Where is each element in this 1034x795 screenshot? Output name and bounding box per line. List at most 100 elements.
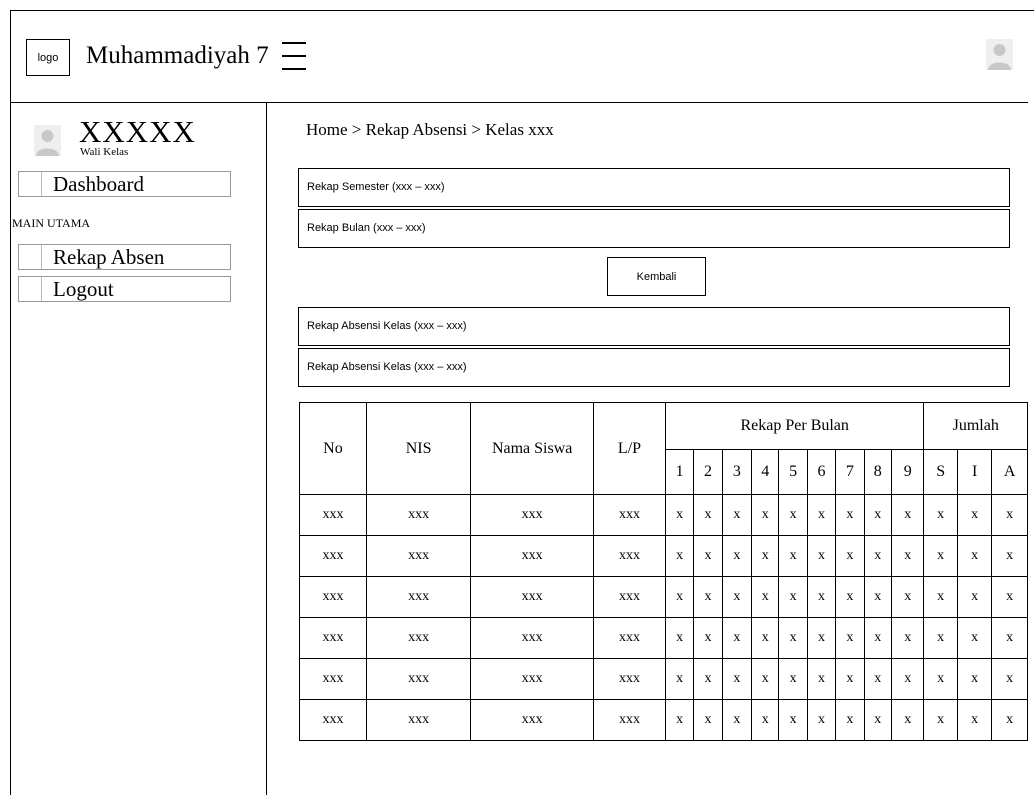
sidebar-item-dashboard[interactable]: Dashboard [18,171,231,197]
cell-total: x [923,699,958,741]
cell-month: x [778,494,808,536]
cell-total: x [956,535,993,577]
rekap-bulan-panel[interactable]: Rekap Bulan (xxx – xxx) [298,209,1010,248]
cell-month: x [664,617,695,659]
column-group-total: Jumlah [923,402,1028,450]
cell-month: x [863,494,892,536]
cell-month: x [835,699,865,741]
cell-gender: xxx [593,699,666,741]
nav-square-icon [19,172,42,196]
rekap-semester-panel[interactable]: Rekap Semester (xxx – xxx) [298,168,1010,207]
table-row[interactable]: xxx xxx xxx xxx x x x x x x x x x x x x [299,576,1028,618]
column-group-monthly: Rekap Per Bulan [664,402,925,450]
cell-month: x [835,658,865,700]
rekap-absensi-kelas-panel[interactable]: Rekap Absensi Kelas (xxx – xxx) [298,348,1010,387]
cell-name: xxx [470,617,594,659]
cell-total: x [991,494,1028,536]
cell-month: x [806,576,837,618]
sidebar-item-logout[interactable]: Logout [18,276,231,302]
cell-total: x [991,535,1028,577]
table-row[interactable]: xxx xxx xxx xxx x x x x x x x x x x x x [299,494,1028,536]
cell-month: x [693,494,723,536]
cell-month: x [863,699,892,741]
cell-total: x [991,617,1028,659]
cell-gender: xxx [593,617,666,659]
column-header-total: S [923,449,958,495]
table-row[interactable]: xxx xxx xxx xxx x x x x x x x x x x x x [299,658,1028,700]
cell-total: x [923,576,958,618]
cell-month: x [693,535,723,577]
cell-month: x [751,494,780,536]
cell-name: xxx [470,494,594,536]
cell-no: xxx [299,658,367,700]
cell-total: x [956,658,993,700]
cell-name: xxx [470,658,594,700]
table-row[interactable]: xxx xxx xxx xxx x x x x x x x x x x x x [299,535,1028,577]
rekap-absensi-kelas-panel[interactable]: Rekap Absensi Kelas (xxx – xxx) [298,307,1010,346]
header-divider [10,102,1028,103]
cell-month: x [778,576,808,618]
column-header-month: 7 [835,449,865,495]
column-header-month: 6 [806,449,837,495]
cell-no: xxx [299,535,367,577]
app-logo[interactable]: logo [26,39,70,76]
column-header-month: 5 [778,449,808,495]
column-header-no: No [299,402,367,495]
cell-month: x [751,658,780,700]
column-header-month: 1 [664,449,695,495]
table-row[interactable]: xxx xxx xxx xxx x x x x x x x x x x x x [299,617,1028,659]
cell-total: x [923,535,958,577]
cell-month: x [863,535,892,577]
sidebar-item-rekap-absen[interactable]: Rekap Absen [18,244,231,270]
column-header-month: 8 [863,449,892,495]
cell-total: x [923,494,958,536]
frame-left-border [10,10,11,795]
cell-gender: xxx [593,535,666,577]
cell-no: xxx [299,494,367,536]
cell-month: x [835,617,865,659]
cell-gender: xxx [593,494,666,536]
cell-nis: xxx [365,617,472,659]
back-button[interactable]: Kembali [607,257,706,296]
cell-total: x [991,576,1028,618]
cell-nis: xxx [365,494,472,536]
cell-month: x [721,617,753,659]
column-header-name: Nama Siswa [470,402,594,495]
cell-month: x [806,699,837,741]
cell-total: x [991,658,1028,700]
cell-month: x [751,576,780,618]
user-avatar-icon[interactable] [986,39,1013,70]
column-header-month: 4 [751,449,780,495]
column-header-gender: L/P [593,402,666,495]
user-role: Wali Kelas [80,146,129,158]
sidebar-avatar-icon [34,125,61,156]
attendance-table: No NIS Nama Siswa L/P Rekap Per Bulan Ju… [299,402,1028,741]
breadcrumb[interactable]: Home > Rekap Absensi > Kelas xxx [306,120,554,140]
cell-month: x [890,658,925,700]
cell-month: x [890,617,925,659]
cell-month: x [664,535,695,577]
cell-total: x [956,494,993,536]
cell-total: x [956,699,993,741]
cell-month: x [890,576,925,618]
cell-name: xxx [470,699,594,741]
cell-nis: xxx [365,576,472,618]
cell-name: xxx [470,576,594,618]
cell-total: x [923,617,958,659]
hamburger-menu-icon[interactable] [282,41,306,71]
cell-month: x [721,699,753,741]
column-header-total: A [991,449,1028,495]
cell-month: x [863,617,892,659]
sidebar-item-label: Rekap Absen [53,245,165,269]
cell-month: x [806,535,837,577]
cell-month: x [664,658,695,700]
sidebar-item-label: Logout [53,277,114,301]
cell-total: x [991,699,1028,741]
cell-nis: xxx [365,699,472,741]
cell-month: x [890,494,925,536]
cell-month: x [778,658,808,700]
table-row[interactable]: xxx xxx xxx xxx x x x x x x x x x x x x [299,699,1028,741]
cell-month: x [778,535,808,577]
cell-month: x [751,617,780,659]
cell-no: xxx [299,576,367,618]
